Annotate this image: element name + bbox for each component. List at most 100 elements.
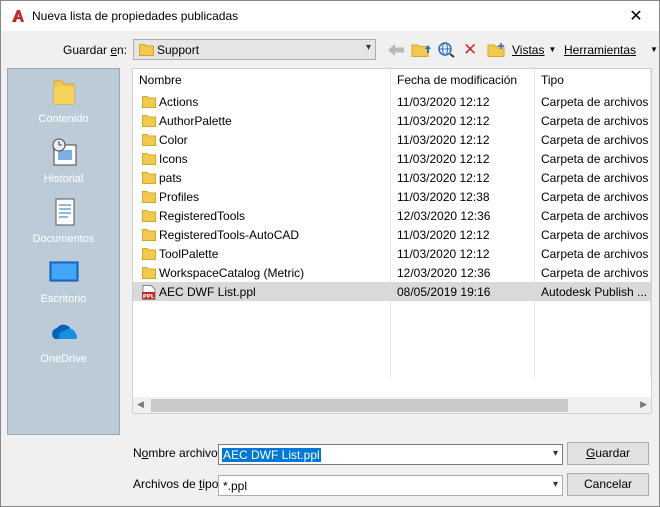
- search-web-button[interactable]: [438, 39, 456, 60]
- file-date: 11/03/2020 12:12: [397, 247, 490, 261]
- save-in-label: Guardar en:: [63, 43, 128, 57]
- new-folder-button[interactable]: [487, 39, 505, 60]
- file-name: AuthorPalette: [159, 114, 232, 128]
- location-value: Support: [157, 43, 200, 57]
- place-label: Historial: [43, 173, 84, 185]
- file-type: Autodesk Publish ...: [541, 285, 648, 299]
- file-date: 11/03/2020 12:12: [397, 171, 490, 185]
- file-type: Carpeta de archivos: [541, 190, 649, 204]
- folder-icon: [142, 267, 156, 279]
- caret-down-icon: ▼: [650, 45, 658, 54]
- scroll-left-icon[interactable]: ◀: [137, 399, 144, 410]
- autocad-logo-icon: [12, 10, 24, 22]
- place-historial[interactable]: Historial: [8, 135, 119, 195]
- file-name: RegisteredTools: [159, 209, 246, 223]
- filetype-label: Archivos de tipo:: [133, 477, 222, 491]
- views-menu-button[interactable]: Vistas ▼: [509, 39, 556, 60]
- place-label: OneDrive: [40, 353, 87, 365]
- file-date: 11/03/2020 12:12: [397, 152, 490, 166]
- folder-icon: [142, 134, 156, 146]
- place-label: Escritorio: [40, 293, 87, 305]
- filetype-value: *.ppl: [223, 479, 248, 493]
- file-type: Carpeta de archivos: [541, 152, 649, 166]
- onedrive-icon: [52, 324, 77, 339]
- folder-icon: [142, 248, 156, 260]
- filename-value: AEC DWF List.ppl: [222, 448, 321, 462]
- file-type: Carpeta de archivos: [541, 171, 649, 185]
- close-icon: ✕: [629, 8, 643, 25]
- documents-icon: [55, 198, 75, 226]
- table-row[interactable]: Icons 11/03/2020 12:12 Carpeta de archivos: [133, 149, 651, 168]
- table-row[interactable]: RegisteredTools 12/03/2020 12:36 Carpeta d…: [133, 206, 651, 225]
- file-date: 11/03/2020 12:12: [397, 95, 490, 109]
- views-label: Vistas: [512, 42, 545, 57]
- scroll-right-icon[interactable]: ▶: [640, 399, 647, 410]
- delete-icon: ✕: [463, 39, 478, 59]
- horizontal-scrollbar[interactable]: ◀ ▶: [133, 397, 651, 413]
- file-name: Color: [159, 133, 188, 147]
- file-type: Carpeta de archivos: [541, 114, 649, 128]
- window-title: Nueva lista de propiedades publicadas: [32, 9, 239, 23]
- table-row[interactable]: AuthorPalette 11/03/2020 12:12 Carpeta de …: [133, 111, 651, 130]
- new-folder-icon: [487, 42, 505, 57]
- up-folder-button[interactable]: [411, 39, 431, 60]
- location-dropdown[interactable]: Support ▾: [133, 39, 376, 60]
- back-button[interactable]: [387, 39, 405, 60]
- file-type: Carpeta de archivos: [541, 133, 649, 147]
- desktop-icon: [49, 261, 79, 282]
- place-escritorio[interactable]: Escritorio: [8, 255, 119, 315]
- file-list: ^ Nombre Fecha de modificación Tipo Acti…: [132, 68, 652, 414]
- file-date: 08/05/2019 19:16: [397, 285, 491, 299]
- column-header-type[interactable]: Tipo: [541, 69, 651, 91]
- table-row[interactable]: Actions 11/03/2020 12:12 Carpeta de archiv…: [133, 92, 651, 111]
- globe-search-icon: [438, 41, 455, 58]
- folder-icon: [142, 210, 156, 222]
- places-bar: Contenido Historial Documentos Escritori…: [7, 68, 120, 435]
- save-dialog: Nueva lista de propiedades publicadas ✕ …: [0, 0, 660, 507]
- delete-button[interactable]: ✕: [463, 39, 477, 60]
- place-documentos[interactable]: Documentos: [8, 195, 119, 255]
- filename-input[interactable]: AEC DWF List.ppl ▾: [218, 444, 563, 465]
- place-label: Contenido: [38, 113, 89, 125]
- tools-menu-button[interactable]: Herramientas ▼: [561, 39, 658, 60]
- table-row[interactable]: Color 11/03/2020 12:12 Carpeta de archivos: [133, 130, 651, 149]
- folder-icon: [142, 153, 156, 165]
- folder-icon: [139, 44, 154, 56]
- folder-up-icon: [411, 44, 431, 57]
- file-name: Actions: [159, 95, 199, 109]
- svg-text:PPL: PPL: [143, 294, 155, 300]
- file-name: AEC DWF List.ppl: [159, 285, 256, 299]
- folder-icon: [142, 96, 156, 108]
- save-button[interactable]: Guardar: [567, 442, 649, 465]
- table-row[interactable]: PPL AEC DWF List.ppl 08/05/2019 19:16 Autod…: [133, 282, 651, 301]
- file-date: 11/03/2020 12:12: [397, 133, 490, 147]
- file-type: Carpeta de archivos: [541, 247, 649, 261]
- tools-label: Herramientas: [564, 42, 637, 57]
- history-icon: [52, 138, 77, 166]
- place-onedrive[interactable]: OneDrive: [8, 315, 119, 375]
- table-row[interactable]: pats 11/03/2020 12:12 Carpeta de archivos: [133, 168, 651, 187]
- folder-icon: [142, 172, 156, 184]
- close-button[interactable]: ✕: [613, 1, 659, 31]
- file-date: 12/03/2020 12:36: [397, 209, 491, 223]
- table-row[interactable]: Profiles 11/03/2020 12:38 Carpeta de archi…: [133, 187, 651, 206]
- file-name: Profiles: [159, 190, 200, 204]
- table-row[interactable]: WorkspaceCatalog (Metric) 12/03/2020 12:3…: [133, 263, 651, 282]
- file-name: ToolPalette: [159, 247, 219, 261]
- cancel-button[interactable]: Cancelar: [567, 473, 649, 496]
- folder-icon: [53, 80, 75, 105]
- filetype-dropdown[interactable]: *.ppl ▾: [218, 475, 563, 496]
- column-header-date[interactable]: Fecha de modificación: [397, 69, 533, 91]
- back-arrow-icon: [388, 43, 404, 56]
- table-row[interactable]: RegisteredTools-AutoCAD 11/03/2020 12:12 C…: [133, 225, 651, 244]
- scrollbar-thumb[interactable]: [151, 399, 568, 412]
- filename-label: Nombre archivo:: [133, 446, 222, 460]
- place-contenido[interactable]: Contenido: [8, 75, 119, 135]
- column-header-name[interactable]: Nombre: [139, 69, 387, 91]
- file-type: Carpeta de archivos: [541, 95, 649, 109]
- file-date: 12/03/2020 12:36: [397, 266, 491, 280]
- file-type: Carpeta de archivos: [541, 266, 649, 280]
- table-row[interactable]: ToolPalette 11/03/2020 12:12 Carpeta de ar…: [133, 244, 651, 263]
- chevron-down-icon[interactable]: ▾: [553, 448, 558, 459]
- file-name: RegisteredTools-AutoCAD: [159, 228, 300, 242]
